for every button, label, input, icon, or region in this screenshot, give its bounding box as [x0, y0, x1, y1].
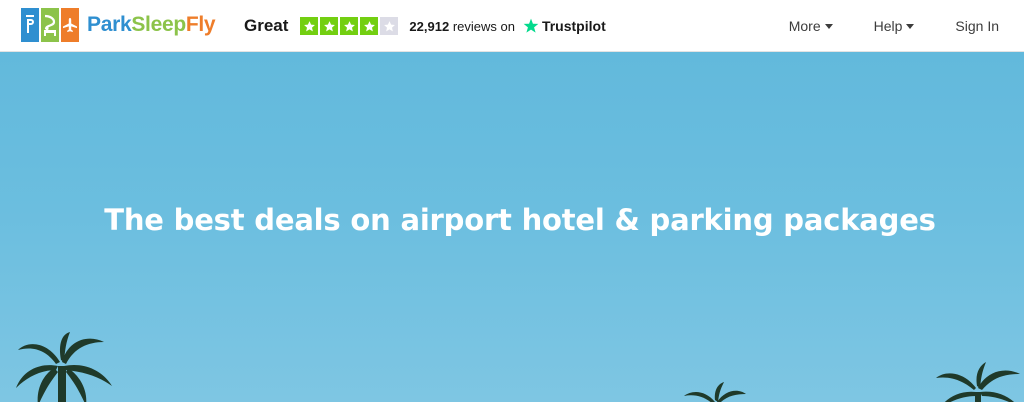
trustpilot-star-icon [523, 18, 539, 33]
star-icon [340, 17, 359, 35]
trustpilot-brand: Trustpilot [523, 18, 606, 34]
empty-star-icon [380, 17, 399, 35]
brand-name: ParkSleepFly [87, 13, 216, 37]
palm-tree-image [16, 332, 112, 402]
star-icon [320, 17, 339, 35]
parksleepfly-logo[interactable]: ParkSleepFly [21, 8, 216, 42]
caret-down-icon [906, 23, 915, 29]
sign-in-label: Sign In [955, 18, 999, 34]
trustpilot-brand-label: Trustpilot [541, 18, 606, 34]
parking-p-icon [21, 8, 39, 42]
bed-icon [41, 8, 59, 42]
logo-tiles [21, 8, 79, 42]
hero-headline: The best deals on airport hotel & parkin… [104, 203, 936, 237]
palm-tree-image [936, 362, 1020, 402]
brand-name-fly: Fly [185, 13, 216, 36]
more-menu-label: More [788, 18, 821, 34]
help-menu[interactable]: Help [874, 18, 915, 34]
palm-tree-image [684, 382, 746, 402]
trustpilot-stars [300, 17, 399, 35]
top-navbar: ParkSleepFly Great 22,912 reviews on Tru… [0, 0, 1024, 52]
reviews-text: reviews on [452, 18, 515, 34]
trustpilot-reviews: 22,912 reviews on [409, 19, 515, 34]
brand-name-sleep: Sleep [131, 13, 186, 36]
star-icon [300, 17, 319, 35]
help-menu-label: Help [873, 18, 903, 34]
trustpilot-rating-label: Great [244, 16, 289, 35]
brand-name-park: Park [87, 13, 132, 36]
trustpilot-widget[interactable]: Great 22,912 reviews on Trustpilot [244, 15, 606, 37]
nav-links: More Help Sign In [789, 0, 999, 52]
review-count: 22,912 [409, 18, 450, 34]
caret-down-icon [824, 23, 833, 29]
more-menu[interactable]: More [789, 18, 833, 34]
plane-icon [61, 8, 79, 42]
star-icon [360, 17, 379, 35]
sign-in-link[interactable]: Sign In [955, 18, 999, 34]
hero-banner: The best deals on airport hotel & parkin… [0, 52, 1024, 402]
